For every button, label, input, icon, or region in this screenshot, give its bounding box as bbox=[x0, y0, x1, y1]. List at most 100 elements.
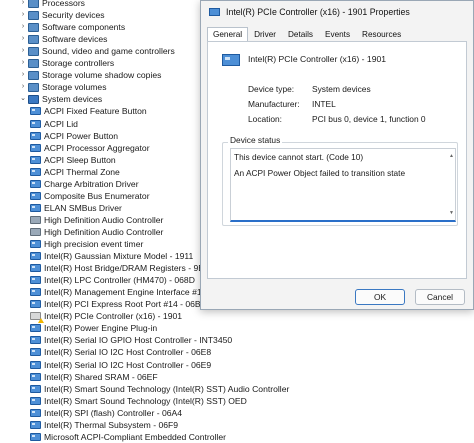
tree-item-label: Security devices bbox=[42, 10, 105, 21]
tree-item-label: Processors bbox=[42, 0, 85, 8]
tree-category[interactable]: › Storage volume shadow copies bbox=[18, 69, 162, 81]
tab-general[interactable]: General bbox=[207, 27, 249, 42]
tree-item-label: Storage controllers bbox=[42, 58, 115, 69]
tree-device[interactable]: Intel(R) Smart Sound Technology (Intel(R… bbox=[30, 395, 247, 407]
tree-device[interactable]: ACPI Lid bbox=[30, 118, 78, 130]
tree-device[interactable]: Intel(R) Serial IO I2C Host Controller -… bbox=[30, 346, 211, 358]
device-type-value: System devices bbox=[312, 84, 371, 94]
tree-device[interactable]: Intel(R) Gaussian Mixture Model - 1911 bbox=[30, 250, 193, 262]
location-value: PCI bus 0, device 1, function 0 bbox=[312, 114, 426, 124]
tree-device[interactable]: Intel(R) Smart Sound Technology (Intel(R… bbox=[30, 383, 289, 395]
tree-item-label: Intel(R) Smart Sound Technology (Intel(R… bbox=[44, 383, 290, 394]
device-icon bbox=[30, 360, 41, 369]
tree-device[interactable]: ACPI Thermal Zone bbox=[30, 166, 120, 178]
chevron-right-icon[interactable]: › bbox=[18, 0, 28, 9]
chevron-right-icon[interactable]: › bbox=[18, 9, 28, 21]
tree-category[interactable]: › Storage volumes bbox=[18, 81, 107, 93]
tree-item-label: Composite Bus Enumerator bbox=[44, 190, 150, 201]
device-status-text[interactable]: This device cannot start. (Code 10) An A… bbox=[230, 148, 456, 222]
category-icon bbox=[28, 46, 39, 56]
device-icon bbox=[30, 372, 41, 381]
tree-item-label: Intel(R) PCI Express Root Port #14 - 06B… bbox=[44, 299, 206, 310]
tree-device[interactable]: High Definition Audio Controller bbox=[30, 214, 163, 226]
category-icon bbox=[28, 58, 39, 68]
tree-device[interactable]: High Definition Audio Controller bbox=[30, 226, 163, 238]
tab-resources[interactable]: Resources bbox=[356, 27, 407, 42]
device-icon bbox=[30, 276, 41, 285]
device-icon bbox=[30, 348, 41, 357]
tree-device[interactable]: Charge Arbitration Driver bbox=[30, 178, 139, 190]
tree-device[interactable]: Intel(R) Thermal Subsystem - 06F9 bbox=[30, 419, 178, 431]
tree-item-label: Intel(R) Serial IO I2C Host Controller -… bbox=[44, 347, 212, 358]
tree-category[interactable]: › Sound, video and game controllers bbox=[18, 45, 175, 57]
tree-device[interactable]: Intel(R) Serial IO GPIO Host Controller … bbox=[30, 334, 232, 346]
cancel-button[interactable]: Cancel bbox=[415, 289, 465, 305]
device-icon bbox=[30, 384, 41, 393]
tab-driver[interactable]: Driver bbox=[248, 27, 282, 42]
device-icon bbox=[30, 191, 41, 200]
tree-device[interactable]: Intel(R) Power Engine Plug-in bbox=[30, 322, 157, 334]
tree-category[interactable]: › Processors bbox=[18, 0, 85, 9]
device-icon bbox=[30, 324, 41, 333]
tree-item-label: ACPI Fixed Feature Button bbox=[44, 106, 147, 117]
tree-item-label: Intel(R) Serial IO GPIO Host Controller … bbox=[44, 335, 233, 346]
chevron-down-icon[interactable]: ⌄ bbox=[18, 93, 28, 105]
tree-category[interactable]: ⌄ System devices bbox=[18, 93, 102, 105]
dialog-titlebar[interactable]: Intel(R) PCIe Controller (x16) - 1901 Pr… bbox=[201, 1, 473, 23]
device-icon bbox=[30, 420, 41, 429]
chevron-right-icon[interactable]: › bbox=[18, 33, 28, 45]
device-icon bbox=[30, 179, 41, 188]
tree-device[interactable]: ACPI Power Button bbox=[30, 130, 118, 142]
tree-category[interactable]: › Software devices bbox=[18, 33, 108, 45]
tree-device[interactable]: Intel(R) SPI (flash) Controller - 06A4 bbox=[30, 407, 182, 419]
device-icon bbox=[30, 131, 41, 140]
audio-controller-icon bbox=[30, 227, 41, 236]
tree-item-label: ACPI Thermal Zone bbox=[44, 166, 120, 177]
tab-details[interactable]: Details bbox=[282, 27, 319, 42]
dialog-title: Intel(R) PCIe Controller (x16) - 1901 Pr… bbox=[226, 7, 410, 17]
device-status-label: Device status bbox=[228, 135, 283, 145]
tree-item-label: Software components bbox=[42, 22, 126, 33]
tree-item-label: Intel(R) Management Engine Interface #1 bbox=[44, 287, 202, 298]
tree-category[interactable]: › Storage controllers bbox=[18, 57, 114, 69]
audio-controller-icon bbox=[30, 215, 41, 224]
chevron-right-icon[interactable]: › bbox=[18, 69, 28, 81]
chevron-right-icon[interactable]: › bbox=[18, 45, 28, 57]
tree-category[interactable]: › Security devices bbox=[18, 9, 105, 21]
tree-item-label: Intel(R) Smart Sound Technology (Intel(R… bbox=[44, 395, 247, 406]
tree-device[interactable]: ACPI Fixed Feature Button bbox=[30, 105, 147, 117]
chevron-right-icon[interactable]: › bbox=[18, 21, 28, 33]
status-scrollbar[interactable]: ▲ ▼ bbox=[448, 149, 455, 220]
tree-device[interactable]: Intel(R) PCI Express Root Port #14 - 06B… bbox=[30, 298, 205, 310]
tree-item-label: Sound, video and game controllers bbox=[42, 46, 175, 57]
general-panel: Intel(R) PCIe Controller (x16) - 1901 De… bbox=[207, 41, 467, 279]
tree-device[interactable]: Intel(R) Shared SRAM - 06EF bbox=[30, 371, 158, 383]
tree-device[interactable]: Intel(R) PCIe Controller (x16) - 1901 bbox=[30, 310, 182, 324]
tree-category[interactable]: › Software components bbox=[18, 21, 125, 33]
tree-device[interactable]: Intel(R) LPC Controller (HM470) - 068D bbox=[30, 274, 195, 286]
tree-device[interactable]: High precision event timer bbox=[30, 238, 143, 250]
tree-device[interactable]: Microsoft ACPI-Compliant Embedded Contro… bbox=[30, 431, 226, 443]
manufacturer-label: Manufacturer: bbox=[248, 99, 300, 109]
tree-device[interactable]: ELAN SMBus Driver bbox=[30, 202, 122, 214]
tree-device[interactable]: Intel(R) Management Engine Interface #1 bbox=[30, 286, 202, 298]
scroll-up-icon[interactable]: ▲ bbox=[449, 150, 454, 162]
tree-item-label: Storage volume shadow copies bbox=[42, 70, 162, 81]
chevron-right-icon[interactable]: › bbox=[18, 57, 28, 69]
tree-item-label: ACPI Processor Aggregator bbox=[44, 142, 150, 153]
tree-device[interactable]: Composite Bus Enumerator bbox=[30, 190, 150, 202]
device-icon bbox=[30, 432, 41, 441]
tree-item-label: Microsoft ACPI-Compliant Embedded Contro… bbox=[44, 431, 226, 442]
device-name: Intel(R) PCIe Controller (x16) - 1901 bbox=[248, 54, 387, 64]
ok-button[interactable]: OK bbox=[355, 289, 405, 305]
pcie-device-icon bbox=[209, 8, 220, 16]
tree-device[interactable]: ACPI Sleep Button bbox=[30, 154, 116, 166]
tree-item-label: High Definition Audio Controller bbox=[44, 226, 164, 237]
tab-events[interactable]: Events bbox=[319, 27, 356, 42]
status-line-1: This device cannot start. (Code 10) bbox=[234, 152, 364, 162]
tree-device[interactable]: ACPI Processor Aggregator bbox=[30, 142, 150, 154]
scroll-down-icon[interactable]: ▼ bbox=[449, 207, 454, 219]
chevron-right-icon[interactable]: › bbox=[18, 81, 28, 93]
tree-device[interactable]: Intel(R) Serial IO I2C Host Controller -… bbox=[30, 359, 211, 371]
tree-device[interactable]: Intel(R) Host Bridge/DRAM Registers - 9B bbox=[30, 262, 204, 274]
